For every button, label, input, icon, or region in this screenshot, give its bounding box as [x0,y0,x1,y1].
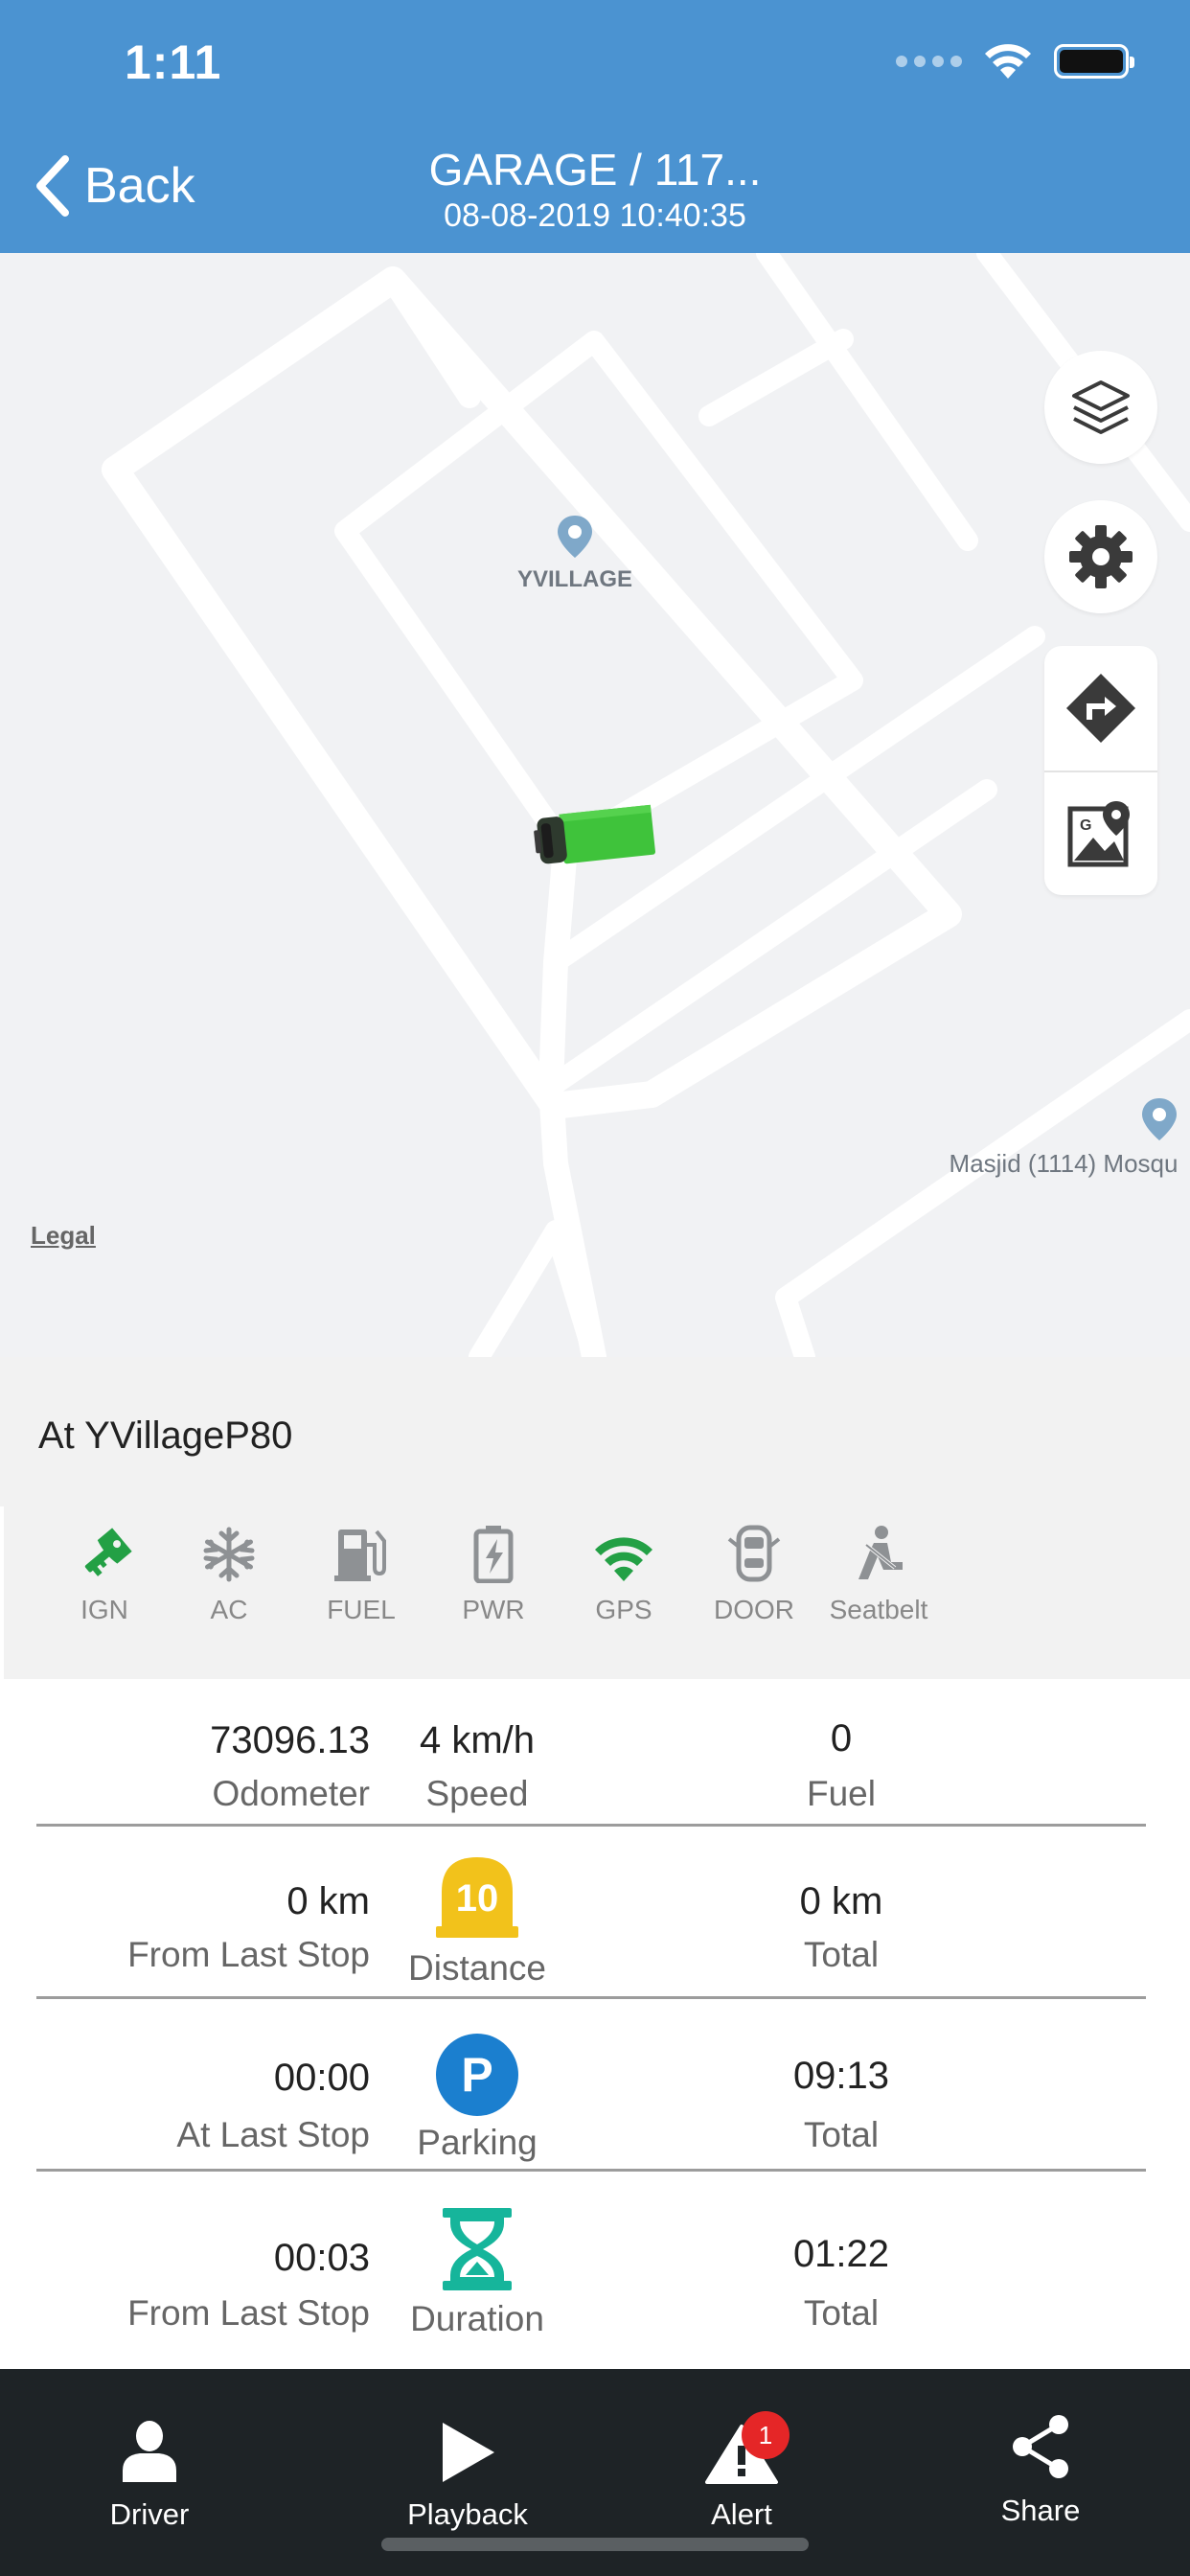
google-maps-button[interactable]: G [1044,770,1157,895]
seatbelt-icon [858,1526,903,1579]
status-ign: IGN [42,1506,167,1625]
google-maps-icon: G [1067,801,1130,867]
speed-value: 4 km/h [419,1719,536,1761]
truck-icon [534,804,655,864]
map-poi-label: YVILLAGE [517,566,633,592]
map-poi-masjid[interactable]: Masjid (1114) Mosqu [949,1096,1179,1179]
status-gps: GPS [561,1506,686,1625]
hourglass-icon [443,2208,512,2290]
status-pwr: PWR [431,1506,556,1625]
directions-icon [1066,674,1135,743]
map-layers-button[interactable] [1044,351,1157,464]
speed-block: 4 km/h Speed [228,1719,726,1814]
battery-icon [1054,44,1134,79]
map-pin-icon [1142,1098,1177,1140]
tab-driver[interactable]: Driver [44,2369,255,2532]
legal-link[interactable]: Legal [31,1221,96,1251]
gear-icon [1069,525,1133,588]
home-indicator[interactable] [381,2538,809,2551]
metrics-row-distance: 0 km From Last Stop 10 Distance 0 km Tot… [36,1827,1146,1999]
map-navigation-controls: G [1044,646,1157,895]
metrics-row-odometer: 73096.13 Odometer 4 km/h Speed 0 Fuel [36,1679,1146,1827]
tab-label: Playback [407,2497,528,2531]
status-seatbelt: Seatbelt [816,1506,941,1625]
page-title: GARAGE / 117... [428,145,762,195]
vehicle-status-indicators: IGN AC FUEL PWR GPS DOOR Seatbelt [0,1506,1190,1679]
status-label: FUEL [327,1595,396,1624]
trip-metrics: 73096.13 Odometer 4 km/h Speed 0 Fuel 0 … [0,1679,1190,2369]
distance-block: 10 Distance [228,1853,726,1989]
map-settings-button[interactable] [1044,500,1157,613]
cellular-signal-icon [896,56,962,67]
distance-total-label: Total [803,1935,880,1974]
map-poi-yvillage[interactable]: YVILLAGE [517,514,632,593]
car-door-icon [727,1525,781,1582]
speed-label: Speed [425,1774,529,1813]
wifi-signal-icon [595,1537,652,1581]
status-label: AC [210,1595,248,1624]
play-icon [443,2423,494,2482]
fuel-value: 0 [830,1717,853,1760]
vehicle-marker[interactable] [533,801,657,877]
navigation-header: 1:11 Back GARAGE / 117... 08-08-2019 10:… [0,0,1190,253]
fuel-pump-icon [334,1530,386,1581]
tab-label: Share [1000,2494,1081,2527]
tab-alert[interactable]: 1 Alert [636,2369,847,2532]
fuel-label: Fuel [807,1774,876,1813]
map-view[interactable]: YVILLAGE Masjid (1114) Mosqu Legal G [0,253,1190,1357]
current-location-text: At YVillageP80 [38,1414,293,1457]
status-label: PWR [462,1595,525,1624]
key-icon [84,1528,132,1576]
metrics-row-duration: 00:03 From Last Stop Duration 01:22 Tota… [36,2172,1146,2369]
parking-label: Parking [417,2123,538,2162]
status-ac: AC [167,1506,291,1625]
parking-total-value: 09:13 [792,2055,890,2097]
tab-playback[interactable]: Playback [362,2369,573,2532]
status-label: Seatbelt [829,1595,928,1624]
snowflake-icon [203,1527,255,1582]
alert-badge: 1 [742,2411,790,2459]
fuel-block: 0 Fuel [678,1717,1004,1814]
duration-label: Duration [410,2299,544,2338]
parking-total-label: Total [803,2115,880,2154]
distance-total-value: 0 km [799,1880,883,1922]
person-icon [123,2421,176,2482]
share-icon [1013,2415,1068,2478]
status-label: DOOR [714,1595,794,1624]
duration-total-value: 01:22 [792,2233,890,2275]
map-pin-icon [558,516,592,558]
status-door: DOOR [692,1506,816,1625]
map-poi-label: Masjid (1114) Mosqu [949,1149,1179,1178]
metrics-row-parking: 00:00 At Last Stop P Parking 09:13 Total [36,1999,1146,2172]
location-section: At YVillageP80 [0,1357,1190,1506]
duration-total-label: Total [803,2293,880,2333]
odometer-sign-icon: 10 [436,1857,518,1938]
duration-block: Duration [228,2206,726,2339]
status-fuel: FUEL [299,1506,423,1625]
status-bar-time: 1:11 [125,35,222,89]
parking-icon: P [436,2034,518,2116]
status-bar-icons [896,42,1134,80]
status-label: GPS [595,1595,652,1624]
tab-share[interactable]: Share [935,2369,1146,2528]
distance-label: Distance [408,1948,546,1988]
page-subtitle-timestamp: 08-08-2019 10:40:35 [444,197,746,234]
battery-charging-icon [473,1526,514,1583]
distance-icon-text: 10 [456,1877,499,1920]
duration-total: 01:22 Total [678,2233,1004,2334]
parking-block: P Parking [228,2032,726,2163]
tab-label: Alert [711,2497,772,2531]
wifi-icon [985,44,1031,79]
parking-icon-text: P [461,2048,492,2102]
status-label: IGN [80,1595,128,1624]
layers-icon [1072,380,1130,434]
parking-total: 09:13 Total [678,2055,1004,2155]
distance-total: 0 km Total [678,1880,1004,1975]
tab-label: Driver [109,2497,190,2531]
svg-text:G: G [1080,817,1091,834]
directions-button[interactable] [1044,646,1157,770]
